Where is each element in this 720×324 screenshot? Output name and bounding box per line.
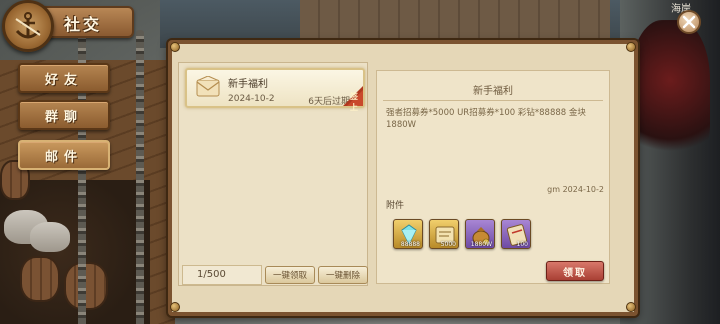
mail-detail-sender: gm 2024-10-2 xyxy=(547,185,604,194)
sack xyxy=(30,222,70,252)
nav-friends-button[interactable]: 好友 xyxy=(18,63,110,93)
close-button[interactable] xyxy=(677,10,701,34)
mail-detail-title: 新手福利 xyxy=(473,86,513,97)
attachment-item-diamond[interactable]: 88888 xyxy=(393,219,423,249)
panel-rivet xyxy=(626,42,636,52)
mail-count: 1/500 xyxy=(182,265,262,285)
delete-all-button[interactable]: 一键删除 xyxy=(318,266,368,284)
mail-item-title: 新手福利 xyxy=(228,79,268,90)
attachment-item-gold-bag[interactable]: 1880W xyxy=(465,219,495,249)
attachment-qty: 1880W xyxy=(470,241,492,248)
attachment-item-ur-ticket[interactable]: 100 xyxy=(501,219,531,249)
monster-silhouette xyxy=(630,20,710,170)
house-wall xyxy=(300,0,610,40)
mail-detail xyxy=(376,70,610,284)
mail-detail-body: 强者招募券*5000 UR招募券*100 彩钻*88888 金块1880W xyxy=(386,108,586,130)
attachment-qty: 100 xyxy=(516,241,528,248)
barrel xyxy=(20,256,60,302)
attachment-item-recruit-ticket[interactable]: 5000 xyxy=(429,219,459,249)
attachment-qty: 88888 xyxy=(400,241,420,248)
barrel xyxy=(64,262,108,310)
panel-rivet xyxy=(170,302,180,312)
mail-item-corner-label: 签上 xyxy=(350,92,358,112)
claim-all-button[interactable]: 一键领取 xyxy=(265,266,315,284)
page-title: 社交 xyxy=(64,15,103,34)
envelope-icon xyxy=(196,75,220,98)
attachment-qty: 5000 xyxy=(440,241,456,248)
chain xyxy=(136,30,144,324)
panel-rivet xyxy=(170,42,180,52)
close-icon xyxy=(682,15,696,29)
mail-item-date: 2024-10-2 xyxy=(228,94,275,104)
anchor-emblem-icon xyxy=(2,0,54,52)
nav-mail-button[interactable]: 邮件 xyxy=(18,140,110,170)
attachments-label: 附件 xyxy=(386,201,405,211)
panel-rivet xyxy=(626,302,636,312)
claim-button[interactable]: 领取 xyxy=(546,261,604,281)
divider xyxy=(383,100,603,101)
nav-group-chat-button[interactable]: 群聊 xyxy=(18,100,110,130)
